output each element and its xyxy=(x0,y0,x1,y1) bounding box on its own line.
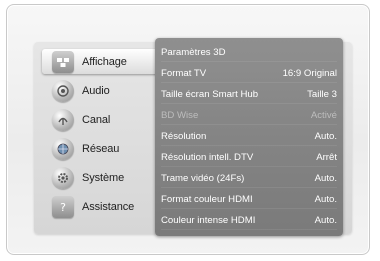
setting-label: Paramètres 3D xyxy=(161,46,226,58)
setting-label: Format TV xyxy=(161,67,207,79)
setting-row-bd-wise: BD Wise Activé xyxy=(161,106,337,125)
menu-label-audio: Audio xyxy=(82,84,110,97)
setting-value: Taille 3 xyxy=(307,88,337,100)
antenna-channel-icon xyxy=(52,108,74,131)
setting-row-hdmi-deep-color[interactable]: Couleur intense HDMI Auto. xyxy=(161,211,337,230)
setting-label: Format couleur HDMI xyxy=(161,193,253,205)
display-settings-icon xyxy=(52,50,74,73)
menu-item-assistance[interactable]: ? Assistance xyxy=(46,194,156,219)
menu-item-audio[interactable]: Audio xyxy=(46,78,156,103)
setting-value: Arrêt xyxy=(316,151,337,163)
menu-item-affichage[interactable]: Affichage xyxy=(42,49,162,74)
setting-row-dtv-resolution[interactable]: Résolution intell. DTV Arrêt xyxy=(161,148,337,167)
audio-speaker-icon xyxy=(52,79,74,102)
menu-item-canal[interactable]: Canal xyxy=(46,107,156,132)
setting-row-3d[interactable]: Paramètres 3D xyxy=(161,43,337,62)
setting-row-hdmi-color-format[interactable]: Format couleur HDMI Auto. xyxy=(161,190,337,209)
setting-label: Résolution xyxy=(161,130,207,142)
menu-item-systeme[interactable]: Système xyxy=(46,165,156,190)
setting-value: 16:9 Original xyxy=(282,67,337,79)
setting-row-24fs[interactable]: Trame vidéo (24Fs) Auto. xyxy=(161,169,337,188)
setting-label: Taille écran Smart Hub xyxy=(161,88,259,100)
menu-label-canal: Canal xyxy=(82,113,111,126)
category-menu: Affichage Audio Canal Réseau Système ? A… xyxy=(42,49,162,223)
setting-value: Auto. xyxy=(314,193,337,205)
setting-value: Auto. xyxy=(314,214,337,226)
menu-item-reseau[interactable]: Réseau xyxy=(46,136,156,161)
setting-label: BD Wise xyxy=(161,109,199,121)
display-settings-panel: Paramètres 3D Format TV 16:9 Original Ta… xyxy=(155,38,343,236)
menu-label-reseau: Réseau xyxy=(82,142,120,155)
help-question-icon: ? xyxy=(52,195,74,218)
menu-label-affichage: Affichage xyxy=(82,55,127,68)
network-globe-icon xyxy=(52,137,74,160)
setting-value: Auto. xyxy=(314,130,337,142)
menu-label-assistance: Assistance xyxy=(82,200,135,213)
svg-text:?: ? xyxy=(60,201,66,214)
setting-row-format-tv[interactable]: Format TV 16:9 Original xyxy=(161,64,337,83)
setting-label: Trame vidéo (24Fs) xyxy=(161,172,245,184)
setting-label: Couleur intense HDMI xyxy=(161,214,256,226)
setting-row-resolution[interactable]: Résolution Auto. xyxy=(161,127,337,146)
setting-value: Auto. xyxy=(314,172,337,184)
menu-label-systeme: Système xyxy=(82,171,125,184)
gear-icon xyxy=(52,166,74,189)
setting-row-smart-hub-size[interactable]: Taille écran Smart Hub Taille 3 xyxy=(161,85,337,104)
setting-value: Activé xyxy=(310,109,337,121)
setting-label: Résolution intell. DTV xyxy=(161,151,254,163)
